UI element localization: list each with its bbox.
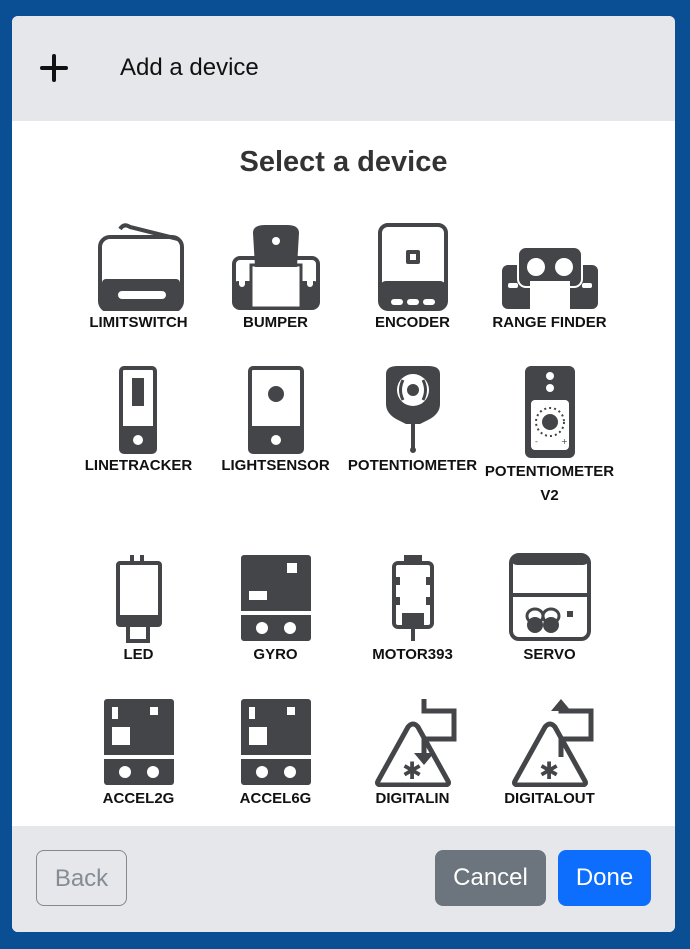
select-device-heading: Select a device xyxy=(239,146,448,178)
digitalin-icon: ✱ xyxy=(374,699,456,787)
device-label: SERVO xyxy=(523,646,576,663)
device-bumper[interactable]: BUMPER xyxy=(207,221,344,335)
device-digitalout[interactable]: ✱ DIGITALOUT xyxy=(481,697,618,811)
accel2g-icon xyxy=(103,699,174,785)
device-motor393[interactable]: MOTOR393 xyxy=(344,553,481,667)
device-linetracker[interactable]: LINETRACKER xyxy=(70,364,207,478)
device-label: LINETRACKER xyxy=(84,457,193,474)
bumper-icon xyxy=(231,225,320,310)
device-potentiometer[interactable]: POTENTIOMETER xyxy=(344,364,481,478)
device-lightsensor[interactable]: LIGHTSENSOR xyxy=(207,364,344,478)
device-label: ENCODER xyxy=(374,314,450,331)
device-label: ACCEL2G xyxy=(102,790,175,807)
range-finder-icon xyxy=(501,246,598,309)
device-label: GYRO xyxy=(253,646,298,663)
back-button[interactable]: Back xyxy=(36,850,127,906)
svg-text:✱: ✱ xyxy=(539,757,559,785)
potentiometer-v2-icon: - + xyxy=(524,366,575,458)
device-servo[interactable]: SERVO xyxy=(481,553,618,667)
lightsensor-icon xyxy=(247,366,304,454)
digitalout-icon: ✱ xyxy=(511,699,593,787)
svg-text:+: + xyxy=(561,437,568,446)
device-label: DIGITALIN xyxy=(375,790,450,807)
device-label: LED xyxy=(123,646,154,663)
device-label: LIMITSWITCH xyxy=(89,314,188,331)
motor393-icon xyxy=(391,555,434,641)
plus-icon xyxy=(40,54,68,82)
svg-text:-: - xyxy=(535,437,538,446)
cancel-button[interactable]: Cancel xyxy=(435,850,546,906)
encoder-icon xyxy=(377,223,448,311)
dialog-footer: Back Cancel Done xyxy=(12,826,675,932)
limitswitch-icon xyxy=(97,223,184,311)
dialog-title: Add a device xyxy=(120,54,259,81)
dialog-header: Add a device xyxy=(12,16,675,121)
device-label: ACCEL6G xyxy=(239,790,312,807)
device-digitalin[interactable]: ✱ DIGITALIN xyxy=(344,697,481,811)
add-device-dialog: Add a device Select a device LIMITSWITCH xyxy=(12,16,675,932)
device-label: DIGITALOUT xyxy=(504,790,595,807)
device-label: RANGE FINDER xyxy=(492,314,607,331)
device-accel2g[interactable]: ACCEL2G xyxy=(70,697,207,811)
device-potentiometer-v2[interactable]: - + POTENTIOMETER V2 xyxy=(481,364,618,508)
svg-text:✱: ✱ xyxy=(402,757,422,785)
device-accel6g[interactable]: ACCEL6G xyxy=(207,697,344,811)
servo-icon xyxy=(508,553,591,641)
device-label: LIGHTSENSOR xyxy=(221,457,330,474)
gyro-icon xyxy=(240,555,311,641)
accel6g-icon xyxy=(240,699,311,785)
led-icon xyxy=(115,555,162,643)
device-label: POTENTIOMETER V2 xyxy=(484,463,615,504)
linetracker-icon xyxy=(118,366,157,454)
device-gyro[interactable]: GYRO xyxy=(207,553,344,667)
device-encoder[interactable]: ENCODER xyxy=(344,221,481,335)
device-range-finder[interactable]: RANGE FINDER xyxy=(481,221,618,335)
device-label: MOTOR393 xyxy=(372,646,453,663)
device-label: POTENTIOMETER xyxy=(347,457,478,474)
device-grid: LIMITSWITCH BUMPER ENCODER RANGE FINDER … xyxy=(70,221,618,807)
device-label: BUMPER xyxy=(242,314,308,331)
done-button[interactable]: Done xyxy=(558,850,651,906)
device-led[interactable]: LED xyxy=(70,553,207,667)
device-limitswitch[interactable]: LIMITSWITCH xyxy=(70,221,207,335)
potentiometer-icon xyxy=(385,366,440,453)
